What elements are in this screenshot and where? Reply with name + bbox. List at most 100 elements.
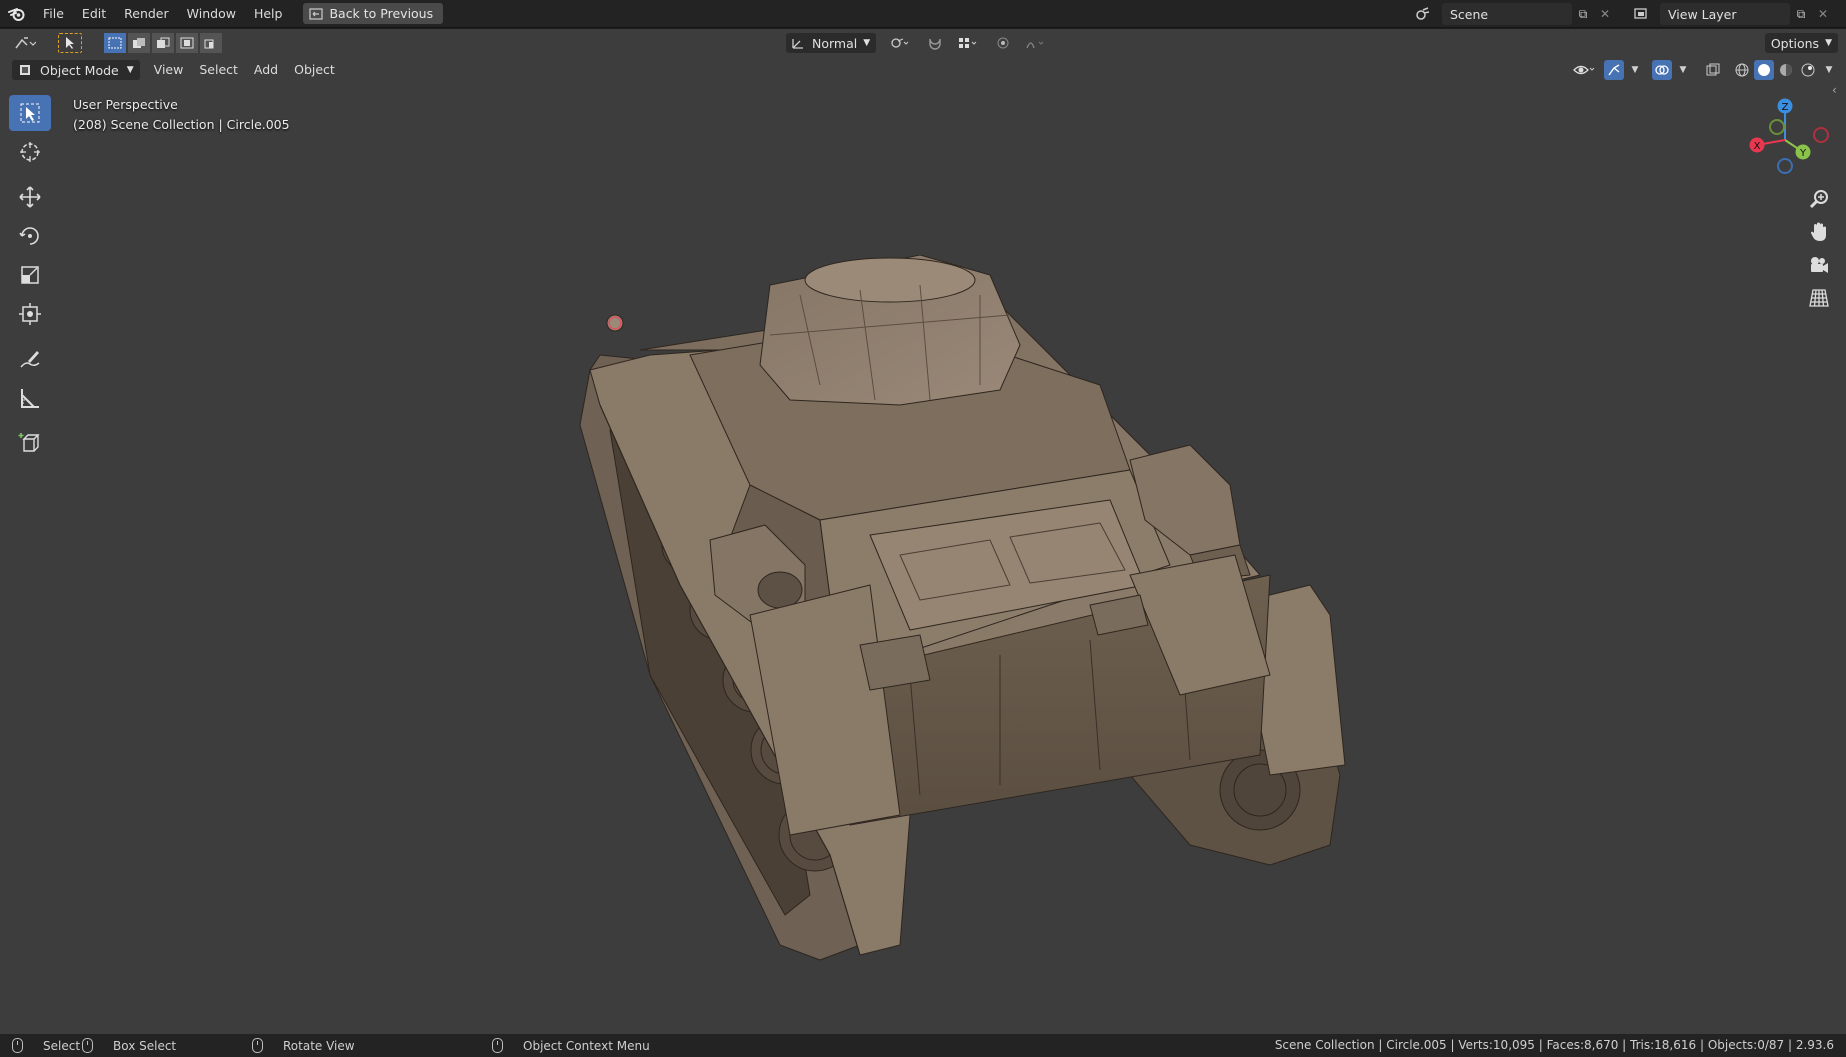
- overlays-toggle-icon[interactable]: [1652, 60, 1672, 80]
- box-select-hint: Box Select: [113, 1038, 177, 1053]
- falloff-curve-icon[interactable]: [1024, 33, 1050, 53]
- add-cube-icon[interactable]: [9, 425, 51, 461]
- menu-help[interactable]: Help: [245, 0, 292, 28]
- scale-icon[interactable]: [9, 257, 51, 293]
- snap-target-icon[interactable]: [956, 33, 982, 53]
- mode-extend-icon[interactable]: [128, 33, 150, 53]
- y-axis-label: Y: [1799, 148, 1807, 159]
- object-mode-dropdown[interactable]: Object Mode ▼: [12, 60, 140, 80]
- visibility-icon[interactable]: [1570, 60, 1600, 80]
- options-dropdown[interactable]: Options ▼: [1764, 33, 1838, 53]
- middle-mouse-icon: [252, 1038, 263, 1053]
- new-view-layer-icon[interactable]: ⧉: [1790, 3, 1812, 25]
- sidebar-toggle-icon[interactable]: ‹: [1832, 83, 1846, 105]
- x-axis-label: X: [1754, 141, 1761, 152]
- top-menu-bar: File Edit Render Window Help Back to Pre…: [0, 0, 1846, 28]
- material-shading-icon[interactable]: [1776, 60, 1796, 80]
- select-menu[interactable]: Select: [191, 60, 246, 80]
- chevron-down-icon: ▼: [1825, 38, 1832, 48]
- pivot-point-icon[interactable]: [886, 33, 914, 53]
- delete-scene-icon[interactable]: ✕: [1594, 3, 1616, 25]
- right-mouse-icon: [492, 1038, 503, 1053]
- blender-logo-icon[interactable]: [0, 0, 34, 28]
- chevron-down-icon[interactable]: ▼: [1628, 60, 1642, 80]
- camera-icon[interactable]: [1806, 252, 1832, 278]
- xray-toggle-icon[interactable]: [1702, 60, 1724, 80]
- object-mode-icon: [20, 65, 30, 75]
- shading-mode-group: [1732, 60, 1818, 80]
- add-menu[interactable]: Add: [246, 60, 286, 80]
- orientation-label: Normal: [812, 35, 858, 51]
- orientation-icon: [792, 39, 803, 49]
- mode-subtract-icon[interactable]: [152, 33, 174, 53]
- scene-selector[interactable]: Scene ⧉ ✕: [1412, 3, 1616, 25]
- neg-z-handle[interactable]: [1777, 158, 1793, 174]
- turret-hatch: [804, 257, 976, 303]
- status-rotate-view: Rotate View: [252, 1038, 355, 1053]
- tank-model[interactable]: [570, 255, 1490, 975]
- z-axis-label: Z: [1782, 102, 1789, 113]
- perspective-label: User Perspective: [73, 97, 178, 112]
- chevron-down-icon[interactable]: ▼: [1822, 60, 1836, 80]
- view-layer-icon[interactable]: [1630, 3, 1652, 25]
- back-to-previous-label: Back to Previous: [329, 6, 434, 21]
- scene-statistics: Scene Collection | Circle.005 | Verts:10…: [1274, 1038, 1834, 1052]
- new-scene-icon[interactable]: ⧉: [1572, 3, 1594, 25]
- move-icon[interactable]: [9, 179, 51, 215]
- chevron-down-icon: ▼: [126, 65, 134, 75]
- viewport-header: Object Mode ▼ View Select Add Object ▼ ▼…: [0, 57, 1846, 83]
- neg-x-handle[interactable]: [1813, 127, 1829, 143]
- select-tool-icon[interactable]: [58, 33, 82, 53]
- hand-pan-icon[interactable]: [1806, 219, 1832, 245]
- mode-set-icon[interactable]: [104, 33, 126, 53]
- rotate-view-hint: Rotate View: [283, 1038, 355, 1053]
- mode-invert-icon[interactable]: [176, 33, 198, 53]
- back-to-previous-button[interactable]: Back to Previous: [303, 3, 444, 24]
- status-select: Select: [12, 1038, 80, 1053]
- annotate-icon[interactable]: [9, 341, 51, 377]
- navigation-gizmo[interactable]: Z Y X: [1740, 95, 1830, 185]
- status-bar: Select Box Select Rotate View Object Con…: [0, 1034, 1846, 1057]
- editor-type-icon[interactable]: [8, 33, 42, 53]
- view-layer-name-field[interactable]: View Layer: [1660, 3, 1790, 25]
- wireframe-shading-icon[interactable]: [1732, 60, 1752, 80]
- menu-window[interactable]: Window: [178, 0, 245, 28]
- context-menu-hint: Object Context Menu: [523, 1038, 650, 1053]
- object-menu[interactable]: Object: [286, 60, 343, 80]
- left-mouse-icon: [12, 1038, 23, 1053]
- proportional-edit-icon[interactable]: [992, 33, 1014, 53]
- snap-toggle-icon[interactable]: [924, 33, 946, 53]
- menu-edit[interactable]: Edit: [73, 0, 115, 28]
- measure-icon[interactable]: [9, 380, 51, 416]
- chevron-down-icon[interactable]: ▼: [1676, 60, 1690, 80]
- transform-icon[interactable]: [9, 296, 51, 332]
- rotate-icon[interactable]: [9, 218, 51, 254]
- grid-icon[interactable]: [1806, 285, 1832, 311]
- view-layer-selector[interactable]: View Layer ⧉ ✕: [1630, 3, 1834, 25]
- scene-icon[interactable]: [1412, 3, 1434, 25]
- viewport-info: User Perspective (208) Scene Collection …: [73, 95, 290, 135]
- select-hint: Select: [43, 1038, 81, 1053]
- gizmo-toggle-icon[interactable]: [1604, 60, 1624, 80]
- back-icon: [309, 7, 324, 20]
- transform-orientation-dropdown[interactable]: Normal ▼: [786, 33, 877, 53]
- collection-label: (208) Scene Collection | Circle.005: [73, 117, 290, 132]
- cursor-icon[interactable]: [9, 134, 51, 170]
- view-menu[interactable]: View: [146, 60, 192, 80]
- select-box-icon[interactable]: [9, 95, 51, 131]
- chevron-down-icon: ▼: [863, 38, 871, 48]
- delete-view-layer-icon[interactable]: ✕: [1812, 3, 1834, 25]
- scene-name-field[interactable]: Scene: [1442, 3, 1572, 25]
- status-context-menu: Object Context Menu: [492, 1038, 650, 1053]
- mode-intersect-icon[interactable]: [200, 33, 222, 53]
- menu-file[interactable]: File: [34, 0, 73, 28]
- rendered-shading-icon[interactable]: [1798, 60, 1818, 80]
- object-mode-label: Object Mode: [40, 62, 119, 78]
- neg-y-handle[interactable]: [1769, 119, 1785, 135]
- zoom-icon[interactable]: [1806, 186, 1832, 212]
- solid-shading-icon[interactable]: [1754, 60, 1774, 80]
- menu-render[interactable]: Render: [115, 0, 178, 28]
- selection-mode-group: [104, 33, 222, 53]
- status-box-select: Box Select: [82, 1038, 176, 1053]
- drag-mouse-icon: [82, 1038, 93, 1053]
